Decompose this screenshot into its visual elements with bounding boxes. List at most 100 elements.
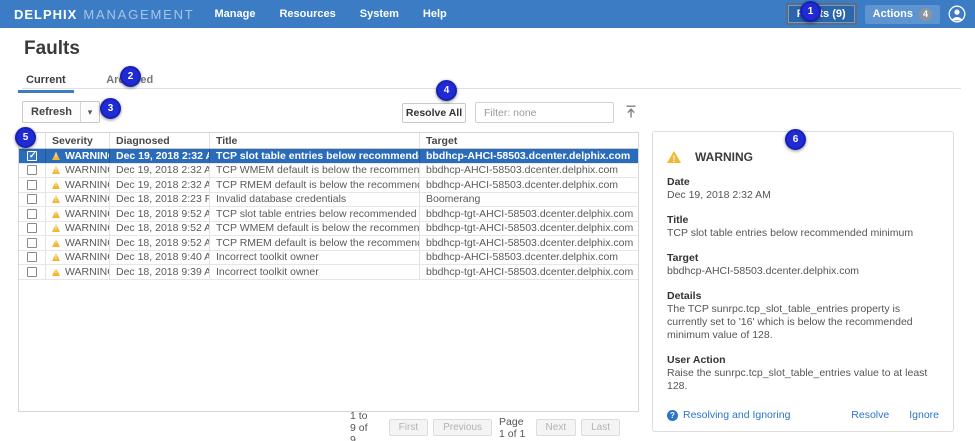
user-action-label: User Action	[667, 354, 939, 367]
row-checkbox[interactable]	[27, 165, 37, 175]
warning-icon	[52, 181, 60, 189]
brand-secondary: MANAGEMENT	[83, 7, 194, 22]
row-checkbox[interactable]	[27, 180, 37, 190]
faults-screen: DELPHIX MANAGEMENT Manage Resources Syst…	[0, 0, 975, 441]
row-checkbox[interactable]	[27, 238, 37, 248]
table-row[interactable]: WARNING Dec 19, 2018 2:32 AM TCP WMEM de…	[19, 164, 638, 179]
table-row[interactable]: WARNING Dec 18, 2018 9:39 AM Incorrect t…	[19, 265, 638, 280]
row-checkbox[interactable]	[27, 223, 37, 233]
resolve-all-button[interactable]: Resolve All	[402, 103, 466, 123]
refresh-dropdown-button[interactable]: ▾	[80, 102, 99, 122]
target-cell: bbdhcp-tgt-AHCI-58503.dcenter.delphix.co…	[420, 207, 638, 221]
severity-cell: WARNING	[46, 164, 110, 178]
resolving-ignoring-help-link[interactable]: ? Resolving and Ignoring	[667, 409, 790, 421]
warning-icon	[52, 224, 60, 232]
target-cell: bbdhcp-tgt-AHCI-58503.dcenter.delphix.co…	[420, 265, 638, 279]
warning-icon	[52, 253, 60, 261]
pagination-range: 1 to 9 of 9	[350, 410, 376, 441]
target-value: bbdhcp-AHCI-58503.dcenter.delphix.com	[667, 265, 939, 278]
header-target[interactable]: Target	[420, 133, 638, 148]
title-cell: TCP slot table entries below recommended…	[210, 207, 420, 221]
table-row[interactable]: WARNING Dec 18, 2018 9:52 AM TCP WMEM de…	[19, 222, 638, 237]
faults-button[interactable]: Faults (9)	[786, 3, 857, 25]
diagnosed-cell: Dec 19, 2018 2:32 AM	[110, 149, 210, 163]
row-checkbox[interactable]	[27, 194, 37, 204]
row-checkbox[interactable]	[27, 151, 37, 161]
severity-cell: WARNING	[46, 251, 110, 265]
table-row[interactable]: WARNING Dec 18, 2018 9:52 AM TCP RMEM de…	[19, 236, 638, 251]
page-title: Faults	[24, 38, 80, 60]
chevron-down-icon: ▾	[88, 107, 93, 117]
last-page-button[interactable]: Last	[581, 419, 620, 436]
row-checkbox-cell	[19, 164, 46, 178]
diagnosed-cell: Dec 18, 2018 2:23 PM	[110, 193, 210, 207]
table-row[interactable]: WARNING Dec 18, 2018 9:40 AM Incorrect t…	[19, 251, 638, 266]
previous-page-button[interactable]: Previous	[433, 419, 492, 436]
row-checkbox[interactable]	[27, 209, 37, 219]
resolve-link[interactable]: Resolve	[851, 409, 889, 421]
callout-badge-3: 3	[100, 98, 121, 119]
diagnosed-cell: Dec 18, 2018 9:39 AM	[110, 265, 210, 279]
target-cell: bbdhcp-AHCI-58503.dcenter.delphix.com	[420, 164, 638, 178]
callout-badge-5: 5	[15, 127, 36, 148]
fault-user-action-group: User Action Raise the sunrpc.tcp_slot_ta…	[667, 354, 939, 393]
table-row[interactable]: WARNING Dec 18, 2018 2:23 PM Invalid dat…	[19, 193, 638, 208]
row-checkbox-cell	[19, 251, 46, 265]
diagnosed-cell: Dec 19, 2018 2:32 AM	[110, 164, 210, 178]
table-row[interactable]: WARNING Dec 19, 2018 2:32 AM TCP RMEM de…	[19, 178, 638, 193]
tab-bar: Current Archived	[22, 70, 961, 89]
warning-icon	[52, 239, 60, 247]
table-row[interactable]: WARNING Dec 18, 2018 9:52 AM TCP slot ta…	[19, 207, 638, 222]
fault-action-links: Resolve Ignore	[851, 409, 939, 421]
menu-item-system[interactable]: System	[360, 8, 399, 20]
fault-details-group: Details The TCP sunrpc.tcp_slot_table_en…	[667, 290, 939, 342]
diagnosed-cell: Dec 19, 2018 2:32 AM	[110, 178, 210, 192]
tab-current[interactable]: Current	[22, 71, 70, 91]
header-title[interactable]: Title	[210, 133, 420, 148]
ignore-link[interactable]: Ignore	[909, 409, 939, 421]
diagnosed-cell: Dec 18, 2018 9:40 AM	[110, 251, 210, 265]
export-button[interactable]	[621, 103, 641, 123]
row-checkbox[interactable]	[27, 252, 37, 262]
next-page-button[interactable]: Next	[536, 419, 577, 436]
severity-cell: WARNING	[46, 178, 110, 192]
top-navigation-bar: DELPHIX MANAGEMENT Manage Resources Syst…	[0, 0, 975, 28]
severity-cell: WARNING	[46, 207, 110, 221]
table-header-row: Severity Diagnosed Title Target	[19, 133, 638, 149]
target-cell: bbdhcp-tgt-AHCI-58503.dcenter.delphix.co…	[420, 236, 638, 250]
fault-severity-header: WARNING	[667, 150, 939, 164]
menu-item-manage[interactable]: Manage	[215, 8, 256, 20]
header-severity[interactable]: Severity	[46, 133, 110, 148]
fault-target-group: Target bbdhcp-AHCI-58503.dcenter.delphix…	[667, 252, 939, 278]
target-cell: Boomerang	[420, 193, 638, 207]
callout-badge-4: 4	[436, 80, 457, 101]
diagnosed-cell: Dec 18, 2018 9:52 AM	[110, 222, 210, 236]
row-checkbox-cell	[19, 265, 46, 279]
title-cell: TCP WMEM default is below the recommende…	[210, 222, 420, 236]
row-checkbox[interactable]	[27, 267, 37, 277]
details-label: Details	[667, 290, 939, 303]
diagnosed-cell: Dec 18, 2018 9:52 AM	[110, 207, 210, 221]
row-checkbox-cell	[19, 193, 46, 207]
user-profile-icon[interactable]	[948, 5, 966, 23]
menu-item-help[interactable]: Help	[423, 8, 447, 20]
callout-badge-6: 6	[785, 129, 806, 150]
filter-input[interactable]	[475, 102, 614, 123]
menu-item-resources[interactable]: Resources	[279, 8, 335, 20]
warning-icon	[52, 210, 60, 218]
brand-primary: DELPHIX	[14, 7, 77, 22]
title-cell: Invalid database credentials	[210, 193, 420, 207]
fault-title-group: Title TCP slot table entries below recom…	[667, 214, 939, 240]
fault-detail-footer: ? Resolving and Ignoring Resolve Ignore	[667, 409, 939, 421]
first-page-button[interactable]: First	[389, 419, 428, 436]
table-row[interactable]: WARNING Dec 19, 2018 2:32 AM TCP slot ta…	[19, 149, 638, 164]
title-cell: TCP slot table entries below recommended…	[210, 149, 420, 163]
header-diagnosed[interactable]: Diagnosed	[110, 133, 210, 148]
delphix-logo: DELPHIX MANAGEMENT	[14, 7, 195, 22]
refresh-button[interactable]: Refresh	[23, 102, 80, 122]
fault-date-group: Date Dec 19, 2018 2:32 AM	[667, 176, 939, 202]
actions-count-badge: 4	[919, 8, 932, 21]
fault-severity-label: WARNING	[695, 150, 753, 164]
target-cell: bbdhcp-AHCI-58503.dcenter.delphix.com	[420, 149, 638, 163]
actions-button[interactable]: Actions 4	[865, 5, 940, 24]
